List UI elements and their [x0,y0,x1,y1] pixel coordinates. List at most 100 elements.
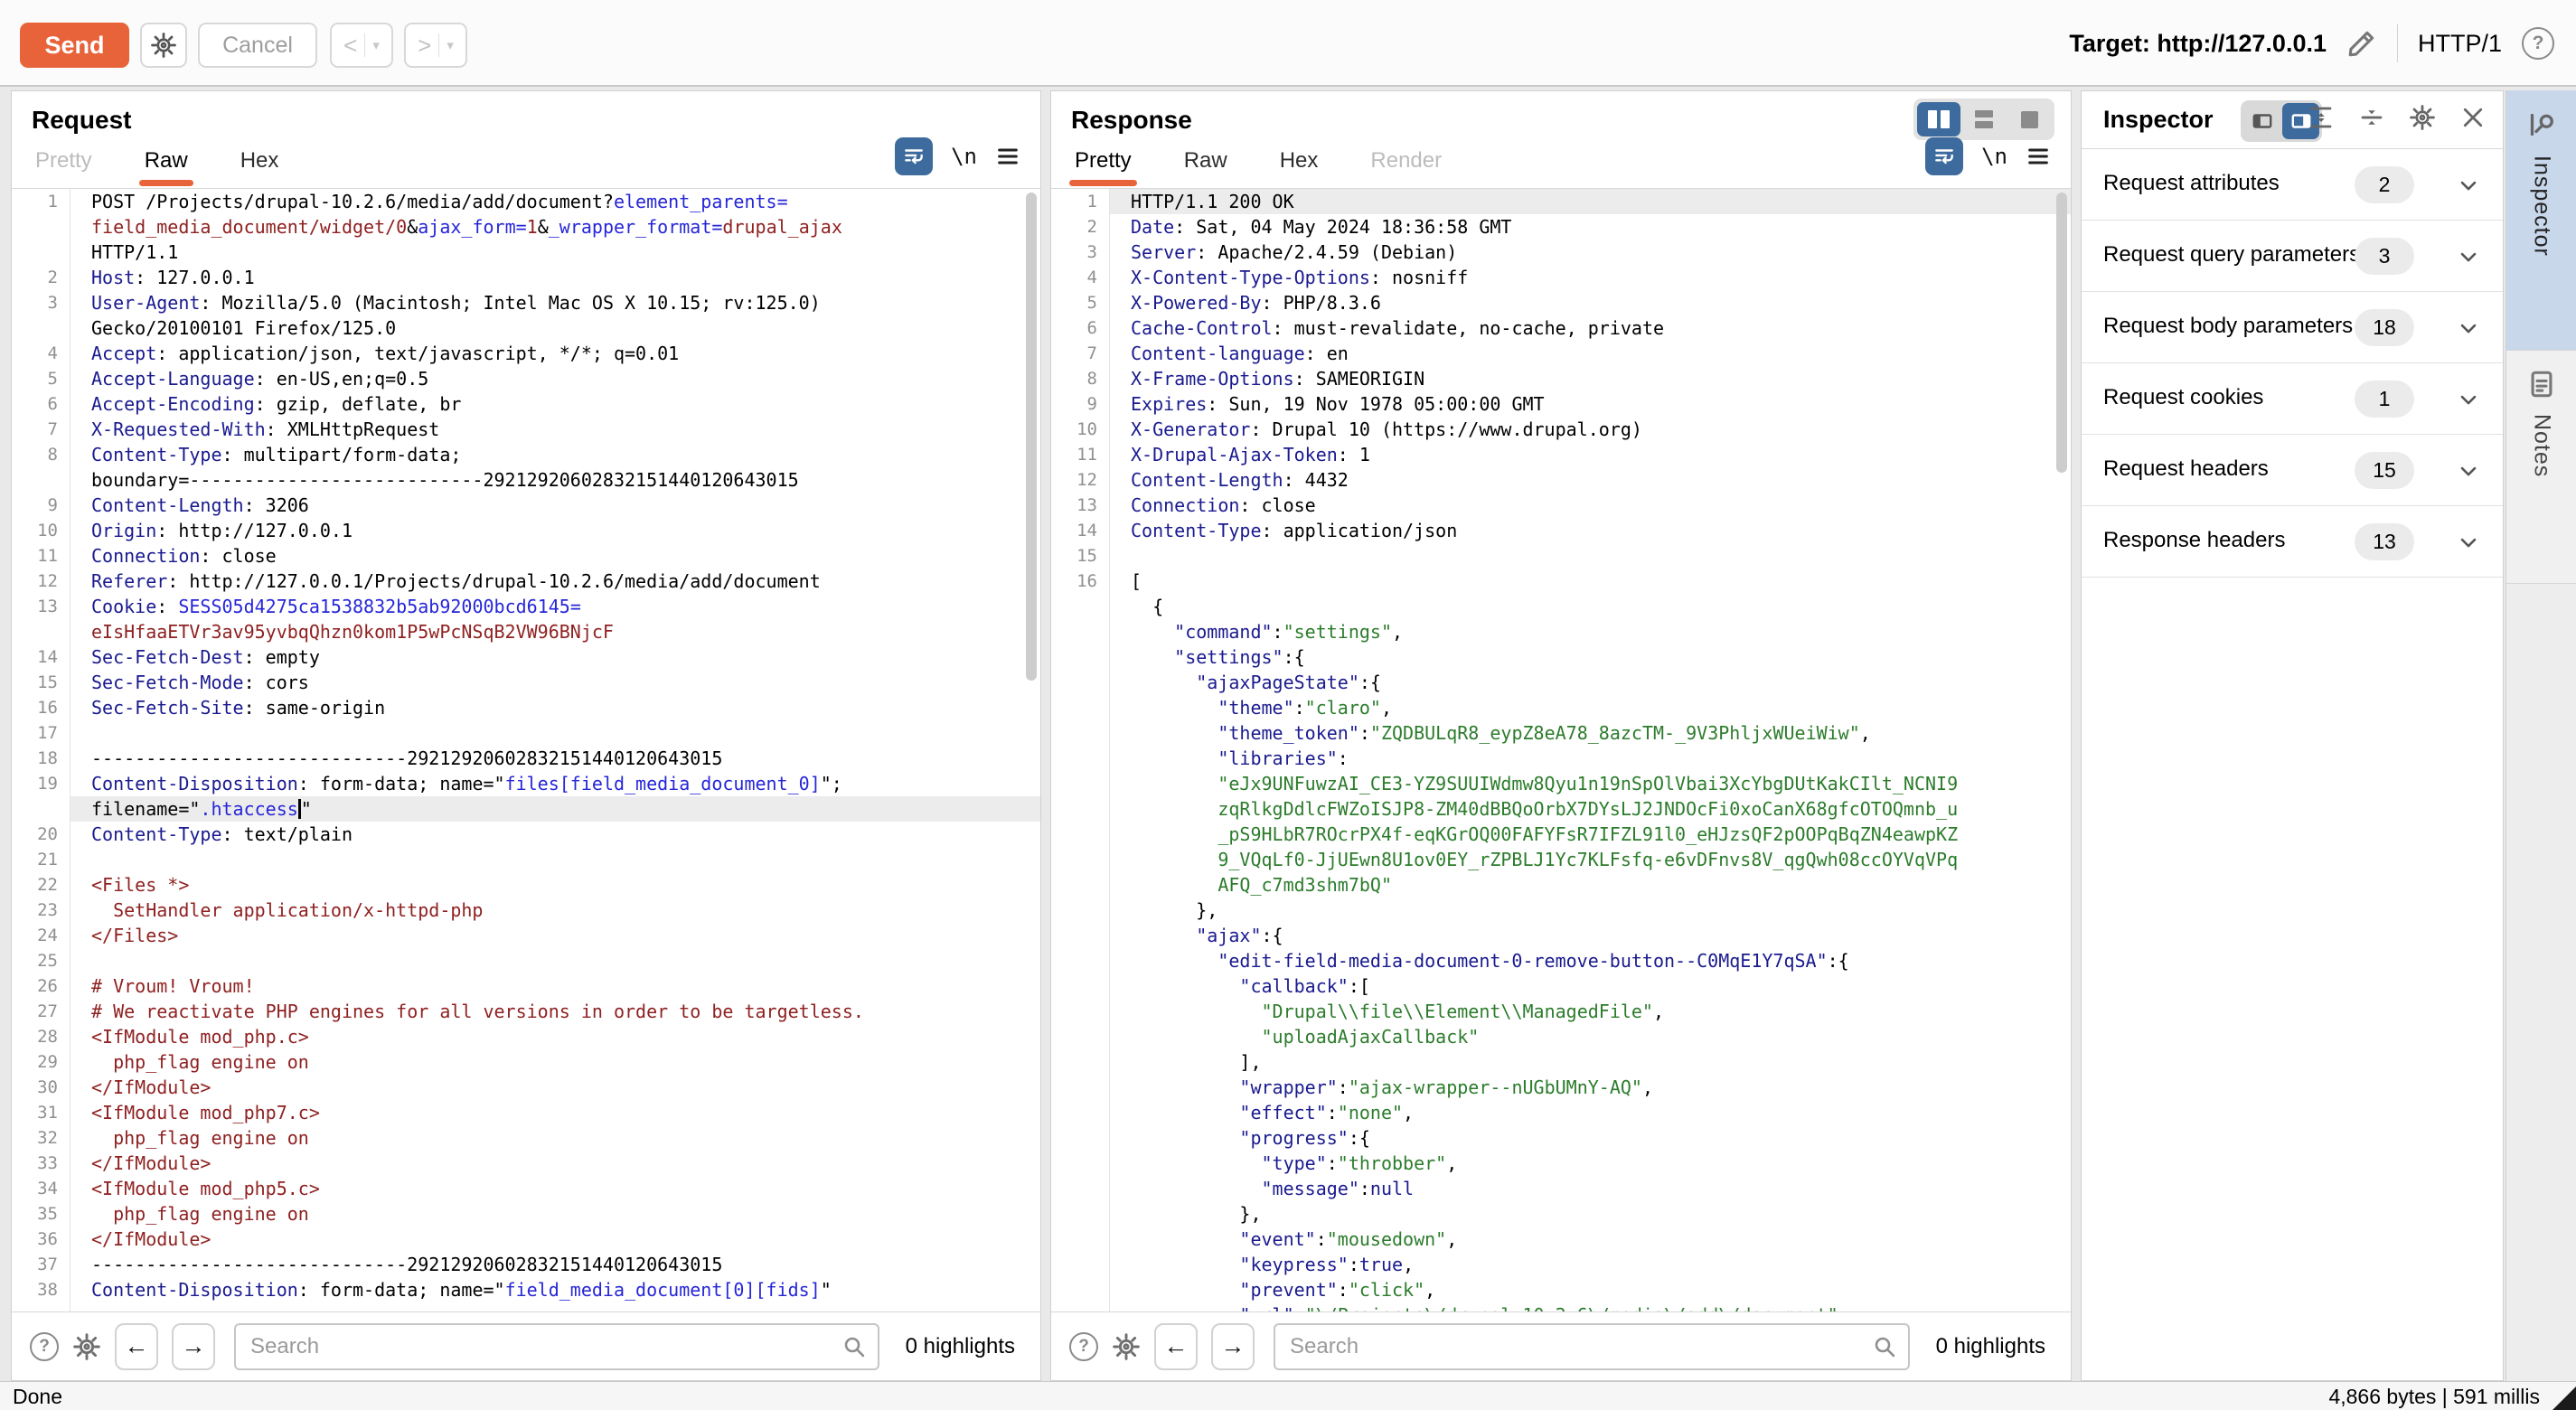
editor-line[interactable]: 16Sec-Fetch-Site: same-origin [12,695,1040,720]
editor-line[interactable]: 2Date: Sat, 04 May 2024 18:36:58 GMT [1051,214,2071,240]
editor-line[interactable]: 8Content-Type: multipart/form-data; [12,442,1040,467]
next-request-button[interactable]: > ▾ [404,23,467,68]
editor-line[interactable]: "ajax":{ [1051,923,2071,948]
inspector-section-response-headers[interactable]: Response headers13 [2082,506,2503,578]
editor-line[interactable]: "callback":[ [1051,973,2071,999]
inspector-section-request-query-parameters[interactable]: Request query parameters3 [2082,221,2503,292]
editor-line[interactable]: "event":"mousedown", [1051,1227,2071,1252]
editor-line[interactable]: 14Content-Type: application/json [1051,518,2071,543]
editor-line[interactable]: 11X-Drupal-Ajax-Token: 1 [1051,442,2071,467]
editor-line[interactable]: AFQ_c7md3shm7bQ" [1051,872,2071,898]
editor-menu-icon[interactable] [995,144,1020,169]
tab-render[interactable]: Render [1370,148,1442,188]
editor-line[interactable]: "effect":"none", [1051,1100,2071,1125]
response-search-input[interactable] [1274,1323,1910,1370]
editor-line[interactable]: 5Accept-Language: en-US,en;q=0.5 [12,366,1040,391]
request-search-input[interactable] [234,1323,879,1370]
response-scrollbar[interactable] [2056,193,2067,473]
editor-line[interactable]: 10Origin: http://127.0.0.1 [12,518,1040,543]
tab-raw[interactable]: Raw [145,148,188,188]
previous-match-button[interactable]: ← [1154,1323,1198,1370]
tab-hex[interactable]: Hex [240,148,279,188]
next-match-button[interactable]: → [1211,1323,1255,1370]
expand-all-icon[interactable] [2308,104,2335,131]
cancel-button[interactable]: Cancel [198,23,317,68]
editor-line[interactable]: 37-----------------------------292129206… [12,1252,1040,1277]
editor-line[interactable]: "libraries": [1051,746,2071,771]
editor-line[interactable]: 1HTTP/1.1 200 OK [1051,189,2071,214]
tab-hex[interactable]: Hex [1280,148,1319,188]
editor-line[interactable]: ], [1051,1049,2071,1075]
resize-grip-icon[interactable] [2552,1386,2576,1410]
editor-line[interactable]: 30</IfModule> [12,1075,1040,1100]
editor-line[interactable]: 13Cookie: SESS05d4275ca1538832b5ab92000b… [12,594,1040,619]
editor-line[interactable]: 10X-Generator: Drupal 10 (https://www.dr… [1051,417,2071,442]
editor-line[interactable]: 8X-Frame-Options: SAMEORIGIN [1051,366,2071,391]
tab-pretty[interactable]: Pretty [35,148,92,188]
editor-line[interactable]: 1POST /Projects/drupal-10.2.6/media/add/… [12,189,1040,214]
editor-line[interactable]: 5X-Powered-By: PHP/8.3.6 [1051,290,2071,315]
editor-line[interactable]: field_media_document/widget/0&ajax_form=… [12,214,1040,240]
editor-line[interactable]: "type":"throbber", [1051,1151,2071,1176]
editor-line[interactable]: "wrapper":"ajax-wrapper--nUGbUMnY-AQ", [1051,1075,2071,1100]
help-icon[interactable]: ? [2522,27,2554,60]
editor-line[interactable]: HTTP/1.1 [12,240,1040,265]
next-match-button[interactable]: → [172,1323,215,1370]
editor-line[interactable]: "message":null [1051,1176,2071,1201]
editor-line[interactable]: "progress":{ [1051,1125,2071,1151]
editor-line[interactable]: 3User-Agent: Mozilla/5.0 (Macintosh; Int… [12,290,1040,315]
editor-line[interactable]: 17 [12,720,1040,746]
editor-line[interactable]: 15 [1051,543,2071,569]
editor-line[interactable]: "Drupal\\file\\Element\\ManagedFile", [1051,999,2071,1024]
editor-line[interactable]: 3Server: Apache/2.4.59 (Debian) [1051,240,2071,265]
inspector-settings-icon[interactable] [2409,104,2436,131]
send-settings-button[interactable] [140,23,187,68]
editor-line[interactable]: 9_VQqLf0-JjUEwn8U1ov0EY_rZPBLJ1Yc7KLFsfq… [1051,847,2071,872]
editor-line[interactable]: 32 php_flag engine on [12,1125,1040,1151]
editor-line[interactable]: 34<IfModule mod_php5.c> [12,1176,1040,1201]
editor-line[interactable]: 26# Vroum! Vroum! [12,973,1040,999]
editor-line[interactable]: 11Connection: close [12,543,1040,569]
editor-line[interactable]: 6Accept-Encoding: gzip, deflate, br [12,391,1040,417]
editor-line[interactable]: "theme_token":"ZQDBULqR8_eypZ8eA78_8azcT… [1051,720,2071,746]
editor-line[interactable]: _pS9HLbR7ROcrPX4f-eqKGrOQ00FAFYFsR7IFZL9… [1051,822,2071,847]
side-tab-inspector[interactable]: Inspector [2506,90,2576,351]
editor-line[interactable]: "prevent":"click", [1051,1277,2071,1302]
editor-line[interactable]: 36</IfModule> [12,1227,1040,1252]
search-settings-icon[interactable] [72,1332,101,1361]
editor-line[interactable]: "uploadAjaxCallback" [1051,1024,2071,1049]
inspector-section-request-body-parameters[interactable]: Request body parameters18 [2082,292,2503,363]
send-button[interactable]: Send [20,23,129,68]
inspector-section-request-attributes[interactable]: Request attributes2 [2082,149,2503,221]
editor-line[interactable]: eIsHfaaETVr3av95yvbqQhzn0kom1P5wPcNSqB2V… [12,619,1040,644]
editor-line[interactable]: 18-----------------------------292129206… [12,746,1040,771]
search-settings-icon[interactable] [1112,1332,1141,1361]
editor-line[interactable]: 27# We reactivate PHP engines for all ve… [12,999,1040,1024]
editor-line[interactable]: 16[ [1051,569,2071,594]
editor-line[interactable]: 9Expires: Sun, 19 Nov 1978 05:00:00 GMT [1051,391,2071,417]
side-tab-notes[interactable]: Notes [2506,351,2576,584]
http-version-label[interactable]: HTTP/1 [2418,30,2502,58]
editor-line[interactable]: 20Content-Type: text/plain [12,822,1040,847]
editor-line[interactable]: "settings":{ [1051,644,2071,670]
editor-line[interactable]: filename=".htaccess" [12,796,1040,822]
editor-line[interactable]: Gecko/20100101 Firefox/125.0 [12,315,1040,341]
editor-line[interactable]: 22<Files *> [12,872,1040,898]
editor-line[interactable]: 23 SetHandler application/x-httpd-php [12,898,1040,923]
inspector-section-request-cookies[interactable]: Request cookies1 [2082,363,2503,435]
previous-match-button[interactable]: ← [115,1323,158,1370]
editor-line[interactable]: "theme":"claro", [1051,695,2071,720]
editor-line[interactable]: 35 php_flag engine on [12,1201,1040,1227]
editor-line[interactable]: 2Host: 127.0.0.1 [12,265,1040,290]
word-wrap-toggle[interactable] [895,137,933,175]
editor-line[interactable]: 28<IfModule mod_php.c> [12,1024,1040,1049]
tab-pretty[interactable]: Pretty [1075,148,1132,188]
inspector-close-icon[interactable] [2459,104,2487,131]
editor-line[interactable]: 4X-Content-Type-Options: nosniff [1051,265,2071,290]
editor-line[interactable]: "keypress":true, [1051,1252,2071,1277]
editor-line[interactable]: "url":"\/Projects\/drupal-10.2.6\/media\… [1051,1302,2071,1311]
edit-target-icon[interactable] [2346,28,2377,59]
search-help-icon[interactable]: ? [30,1332,59,1361]
editor-line[interactable]: 24</Files> [12,923,1040,948]
editor-line[interactable]: 14Sec-Fetch-Dest: empty [12,644,1040,670]
